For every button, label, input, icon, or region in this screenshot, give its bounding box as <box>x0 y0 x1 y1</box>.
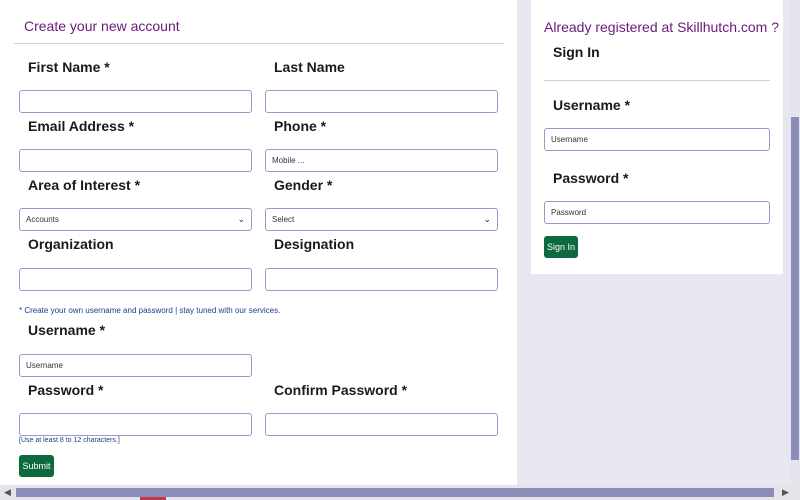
phone-label: Phone * <box>274 118 327 134</box>
chevron-down-icon: ⌄ <box>237 214 245 224</box>
signin-password-label: Password * <box>553 170 629 186</box>
last-name-input[interactable] <box>265 90 498 113</box>
horizontal-scroll-thumb[interactable] <box>16 488 774 497</box>
first-name-input[interactable] <box>19 90 252 113</box>
signin-username-input[interactable]: Username <box>544 128 770 151</box>
confirm-password-input[interactable] <box>265 413 498 436</box>
signin-button[interactable]: Sign In <box>544 236 578 258</box>
title-divider <box>14 43 504 44</box>
scroll-right-icon[interactable]: ▶ <box>782 487 789 498</box>
signin-username-placeholder: Username <box>551 135 588 144</box>
vertical-scrollbar[interactable] <box>790 0 800 485</box>
password-input[interactable] <box>19 413 252 436</box>
last-name-label: Last Name <box>274 59 345 75</box>
phone-input[interactable]: Mobile ... <box>265 149 498 172</box>
password-hint: [Use at least 8 to 12 characters.] <box>19 437 120 444</box>
username-placeholder: Username <box>26 361 63 370</box>
interest-select[interactable]: Accounts ⌄ <box>19 208 252 231</box>
submit-button[interactable]: Submit <box>19 455 54 477</box>
phone-placeholder: Mobile ... <box>272 156 305 165</box>
username-label: Username * <box>28 322 106 338</box>
username-input[interactable]: Username <box>19 354 252 377</box>
signin-username-label: Username * <box>553 97 631 113</box>
interest-value: Accounts <box>26 215 59 224</box>
registration-panel: Create your new account First Name * Las… <box>0 0 517 485</box>
first-name-label: First Name * <box>28 59 110 75</box>
signin-password-input[interactable]: Password <box>544 201 770 224</box>
gender-label: Gender * <box>274 177 333 193</box>
vertical-scroll-thumb[interactable] <box>791 117 799 460</box>
designation-label: Designation <box>274 236 355 252</box>
password-label: Password * <box>28 382 104 398</box>
credentials-note: * Create your own username and password … <box>19 306 281 315</box>
confirm-password-label: Confirm Password * <box>274 382 408 398</box>
gender-value: Select <box>272 215 295 224</box>
organization-input[interactable] <box>19 268 252 291</box>
signin-password-placeholder: Password <box>551 208 587 217</box>
registration-title: Create your new account <box>24 18 180 34</box>
horizontal-scrollbar[interactable]: ◀ ▶ <box>0 485 800 500</box>
chevron-down-icon: ⌄ <box>483 214 491 224</box>
designation-input[interactable] <box>265 268 498 291</box>
signin-heading: Sign In <box>553 44 600 60</box>
signin-panel: Already registered at Skillhutch.com ? S… <box>531 0 783 274</box>
organization-label: Organization <box>28 236 114 252</box>
scroll-left-icon[interactable]: ◀ <box>4 487 11 498</box>
signin-divider <box>544 80 770 81</box>
interest-label: Area of Interest * <box>28 177 141 193</box>
email-input[interactable] <box>19 149 252 172</box>
email-label: Email Address * <box>28 118 135 134</box>
gender-select[interactable]: Select ⌄ <box>265 208 498 231</box>
signin-title: Already registered at Skillhutch.com ? <box>544 19 779 35</box>
